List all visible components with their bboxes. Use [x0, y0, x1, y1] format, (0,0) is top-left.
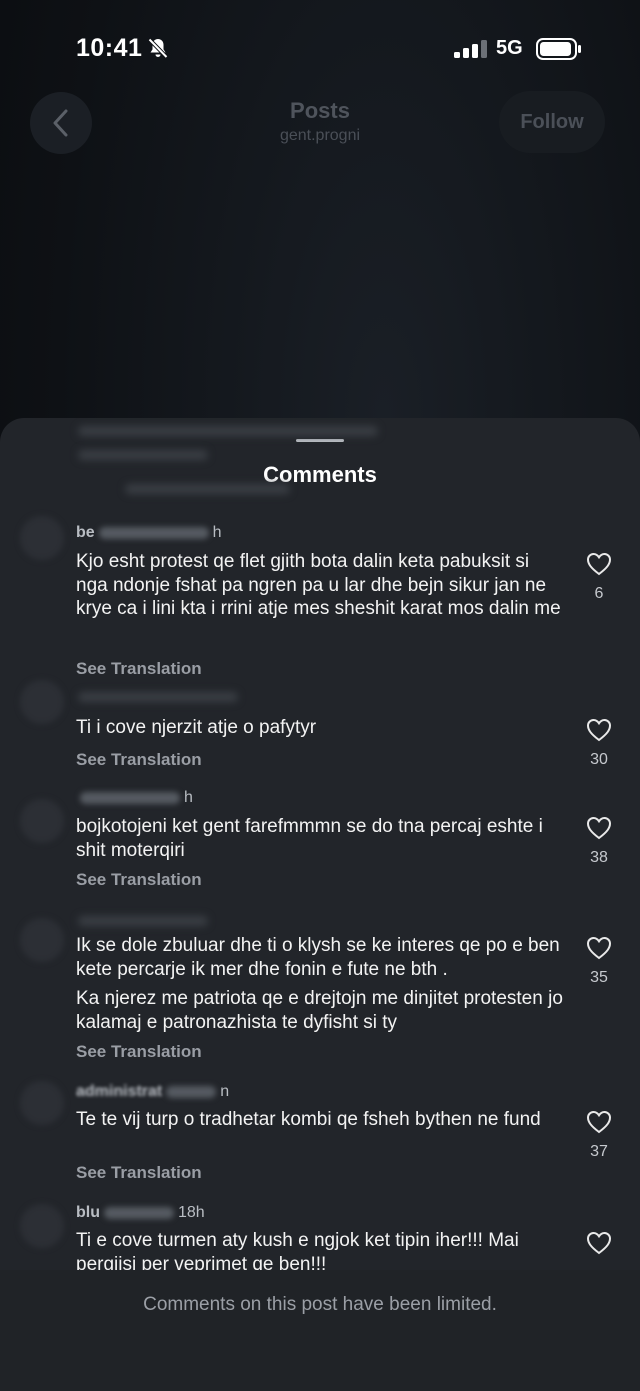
avatar[interactable]: [20, 1204, 64, 1248]
blurred-username: [104, 1206, 174, 1219]
like-count: 30: [590, 751, 608, 768]
comments-limited-footer: Comments on this post have been limited.: [0, 1270, 640, 1391]
blurred-view-replies: [125, 484, 290, 494]
bell-off-icon: [148, 38, 168, 59]
comments-limited-notice: Comments on this post have been limited.: [143, 1294, 497, 1315]
comment-text: bojkotojeni ket gent farefmmmn se do tna…: [76, 816, 543, 861]
like-button[interactable]: 37: [584, 1110, 614, 1161]
comment-text-continued: Ka njerez me patriota qe e drejtojn me d…: [76, 988, 563, 1033]
like-count: 38: [590, 849, 608, 866]
signal-strength-icon: [454, 40, 487, 58]
blurred-username: [78, 692, 238, 702]
like-count: 37: [590, 1143, 608, 1160]
like-button[interactable]: [584, 1231, 614, 1255]
comment-username[interactable]: blu 18h: [76, 1204, 205, 1222]
blurred-username: [166, 1085, 217, 1098]
see-translation-link[interactable]: See Translation: [76, 1042, 202, 1062]
see-translation-link[interactable]: See Translation: [76, 1163, 202, 1183]
comment-time: h: [184, 789, 193, 806]
comment-time: 18h: [178, 1204, 205, 1221]
blurred-username: [80, 791, 180, 804]
blurred-username: [98, 526, 209, 539]
see-translation-link[interactable]: See Translation: [76, 750, 202, 770]
network-type: 5G: [496, 37, 523, 59]
heart-icon: [586, 718, 612, 742]
like-button[interactable]: 30: [584, 718, 614, 769]
comments-title: Comments: [263, 462, 377, 487]
heart-icon: [586, 816, 612, 840]
like-button[interactable]: 38: [584, 816, 614, 867]
comment-text: Ti i cove njerzit atje o pafytyr: [76, 717, 317, 738]
comment-username[interactable]: administrat n: [76, 1083, 229, 1101]
sheet-drag-handle[interactable]: [296, 439, 344, 442]
like-button[interactable]: 6: [584, 552, 614, 603]
see-translation-link[interactable]: See Translation: [76, 659, 202, 679]
username-text: administrat: [76, 1083, 163, 1100]
avatar[interactable]: [20, 1081, 64, 1125]
comments-sheet: Comments be h Kjo esht protest qe flet gj…: [0, 418, 640, 1391]
avatar[interactable]: [20, 516, 64, 560]
like-button[interactable]: 35: [584, 936, 614, 987]
avatar[interactable]: [20, 680, 64, 724]
avatar[interactable]: [20, 918, 64, 962]
comment-text: Te te vij turp o tradhetar kombi qe fshe…: [76, 1109, 541, 1130]
heart-icon: [586, 552, 612, 576]
top-navigation: Posts gent.progni Follow: [0, 90, 640, 160]
comment-time: n: [220, 1083, 230, 1100]
battery-icon: [536, 38, 581, 60]
comment-time: h: [212, 524, 222, 541]
follow-button[interactable]: Follow: [499, 91, 605, 153]
comment-text: Kjo esht protest qe flet gjith bota dali…: [76, 551, 561, 619]
username-text: be: [76, 524, 95, 541]
blurred-caption: [78, 426, 378, 436]
heart-icon: [586, 1231, 612, 1255]
avatar[interactable]: [20, 799, 64, 843]
status-bar: 10:41 5G: [0, 0, 640, 95]
see-translation-link[interactable]: See Translation: [76, 870, 202, 890]
heart-icon: [586, 936, 612, 960]
blurred-caption: [78, 450, 208, 460]
like-count: 6: [594, 585, 604, 602]
comment-username[interactable]: be h: [76, 524, 222, 542]
username-text: blu: [76, 1204, 100, 1221]
status-time: 10:41: [76, 34, 143, 62]
heart-icon: [586, 1110, 612, 1134]
comment-text: Ti e cove turmen aty kush e ngjok ket ti…: [76, 1230, 519, 1275]
like-count: 35: [590, 969, 608, 986]
comment-username[interactable]: h: [76, 789, 193, 807]
blurred-username: [78, 916, 208, 926]
comment-text: Ik se dole zbuluar dhe ti o klysh se ke …: [76, 935, 560, 980]
